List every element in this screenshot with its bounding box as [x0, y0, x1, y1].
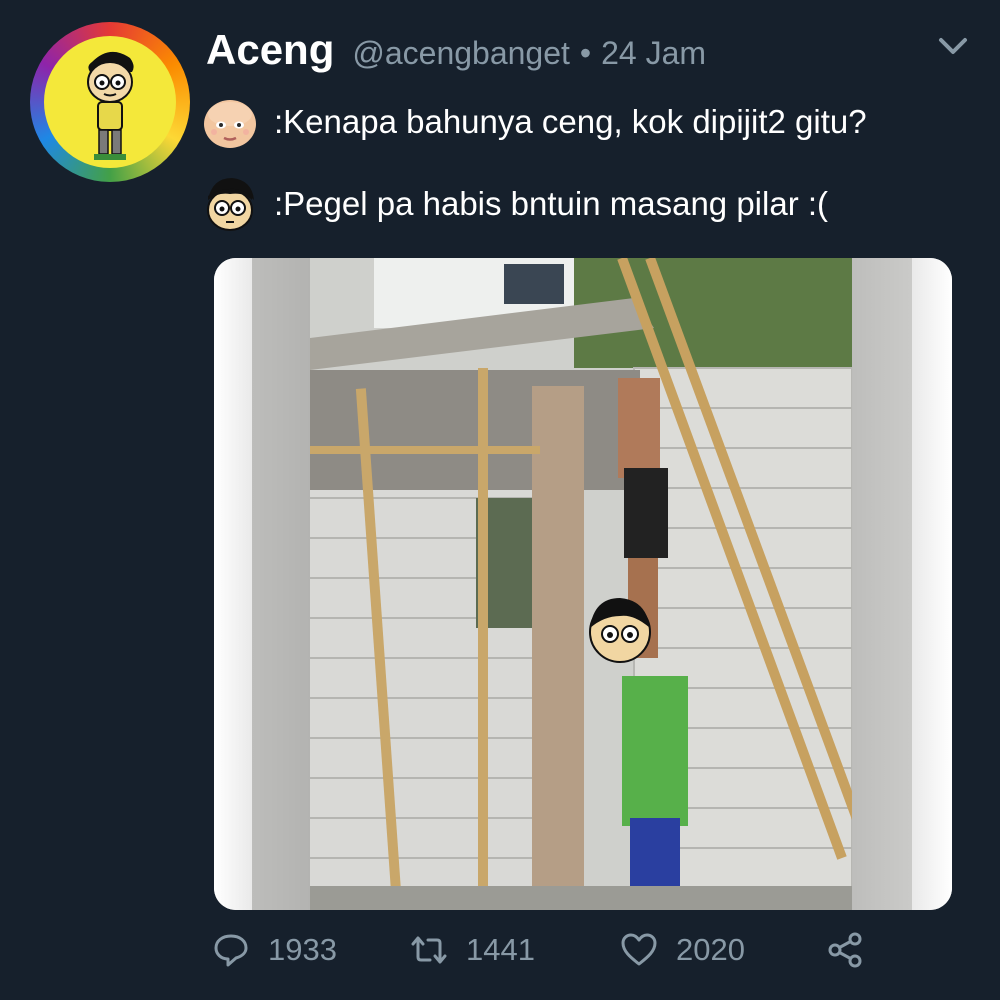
share-icon	[828, 932, 862, 968]
construction-photo	[214, 258, 952, 910]
like-button[interactable]: 2020	[620, 922, 745, 978]
reply-button[interactable]: 1933	[212, 922, 337, 978]
separator-dot: •	[579, 35, 592, 71]
reply-icon	[214, 934, 248, 967]
like-count: 2020	[676, 932, 745, 967]
reply-count: 1933	[268, 932, 337, 967]
profile-avatar[interactable]	[30, 22, 190, 182]
tweet-photo[interactable]	[214, 258, 952, 910]
dialog-text-1: :Kenapa bahunya ceng, kok dipijit2 gitu?	[274, 103, 867, 140]
dialog-line-1: :Kenapa bahunya ceng, kok dipijit2 gitu?	[200, 90, 867, 154]
cartoon-character-icon	[87, 51, 134, 160]
retweet-button[interactable]: 1441	[410, 922, 535, 978]
chevron-down-icon[interactable]	[935, 34, 971, 58]
retweet-count: 1441	[466, 932, 535, 967]
timestamp[interactable]: 24 Jam	[601, 35, 706, 72]
dialog-line-2: :Pegel pa habis bntuin masang pilar :(	[200, 172, 828, 236]
heart-icon	[621, 933, 657, 966]
baby-face-icon	[204, 100, 256, 148]
user-handle[interactable]: @acengbanget	[352, 35, 570, 72]
tweet-actions: 1933 1441 2020	[0, 922, 1000, 978]
cartoon-boy-face-icon	[207, 178, 254, 231]
tweet-header: Aceng @acengbanget • 24 Jam	[206, 26, 706, 82]
dialog-text-2: :Pegel pa habis bntuin masang pilar :(	[274, 185, 829, 222]
avatar-cartoon	[44, 36, 176, 168]
share-button[interactable]	[826, 922, 882, 978]
retweet-icon	[411, 936, 447, 964]
display-name[interactable]: Aceng	[206, 26, 334, 74]
